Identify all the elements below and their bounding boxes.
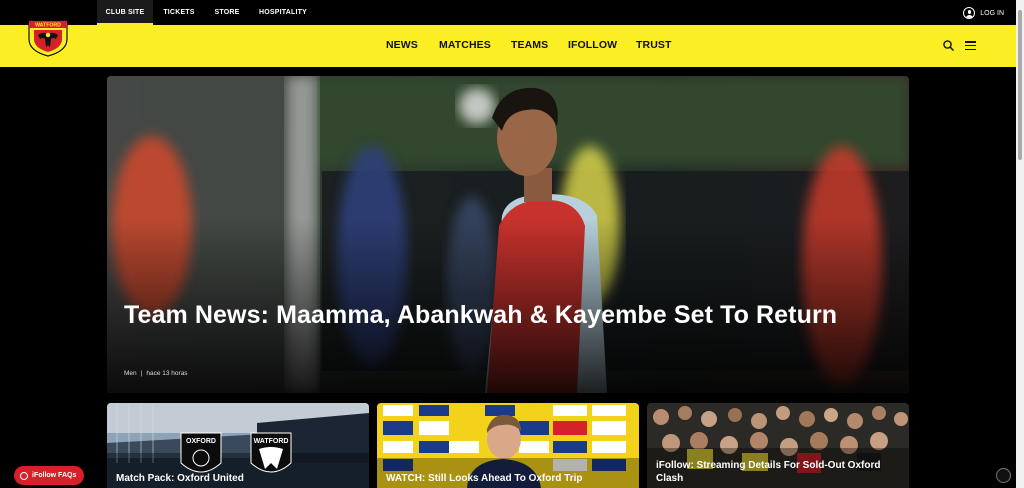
news-card-watch-still[interactable]: WATCH: Still Looks Ahead To Oxford Trip — [377, 403, 639, 488]
hero-time: hace 13 horas — [146, 370, 188, 377]
card-title[interactable]: WATCH: Still Looks Ahead To Oxford Trip — [386, 472, 582, 485]
news-card-match-pack[interactable]: OXFORD WATFORD Match Pack: Oxford United — [107, 403, 369, 488]
accessibility-icon[interactable] — [996, 468, 1011, 483]
watford-crest-text: WATFORD — [254, 438, 289, 445]
nav-matches[interactable]: MATCHES — [439, 39, 491, 51]
hero-title[interactable]: Team News: Maamma, Abankwah & Kayembe Se… — [124, 300, 844, 331]
ifollow-faqs-button[interactable]: iFollow FAQs — [14, 466, 85, 485]
hero-category: Men — [124, 370, 137, 377]
tab-hospitality[interactable]: HOSPITALITY — [254, 0, 312, 25]
user-icon — [963, 7, 976, 19]
search-icon[interactable] — [943, 40, 954, 51]
tab-club-site[interactable]: CLUB SITE — [97, 0, 153, 25]
login-link[interactable]: LOG IN — [963, 6, 1004, 20]
hero-article[interactable]: Team News: Maamma, Abankwah & Kayembe Se… — [107, 76, 909, 393]
scrollbar[interactable] — [1016, 0, 1024, 488]
hero-photo — [107, 76, 909, 393]
oxford-crest-text: OXFORD — [186, 438, 216, 445]
card-title[interactable]: Match Pack: Oxford United — [116, 472, 244, 485]
club-crest-logo[interactable]: WATFORD — [27, 11, 69, 57]
help-icon — [20, 471, 28, 480]
top-utility-bar: CLUB SITE TICKETS STORE HOSPITALITY LOG … — [0, 0, 1016, 25]
login-label: LOG IN — [980, 9, 1004, 17]
hero-meta: Men | hace 13 horas — [124, 370, 188, 377]
hero-separator: | — [140, 370, 143, 377]
tab-tickets[interactable]: TICKETS — [158, 0, 200, 25]
main-navigation: WATFORD NEWS MATCHES TEAMS IFOLLOW TRUST — [0, 20, 1016, 67]
crest-text: WATFORD — [35, 23, 61, 29]
nav-news[interactable]: NEWS — [386, 39, 418, 51]
tab-store[interactable]: STORE — [206, 0, 248, 25]
nav-trust[interactable]: TRUST — [636, 39, 672, 51]
card-title[interactable]: iFollow: Streaming Details For Sold-Out … — [656, 459, 901, 485]
hamburger-menu-icon[interactable] — [965, 41, 976, 51]
nav-teams[interactable]: TEAMS — [511, 39, 548, 51]
news-card-ifollow-streaming[interactable]: iFollow: Streaming Details For Sold-Out … — [647, 403, 909, 488]
nav-ifollow[interactable]: IFOLLOW — [568, 39, 617, 51]
faq-label: iFollow FAQs — [32, 472, 77, 479]
scroll-thumb[interactable] — [1018, 10, 1022, 160]
